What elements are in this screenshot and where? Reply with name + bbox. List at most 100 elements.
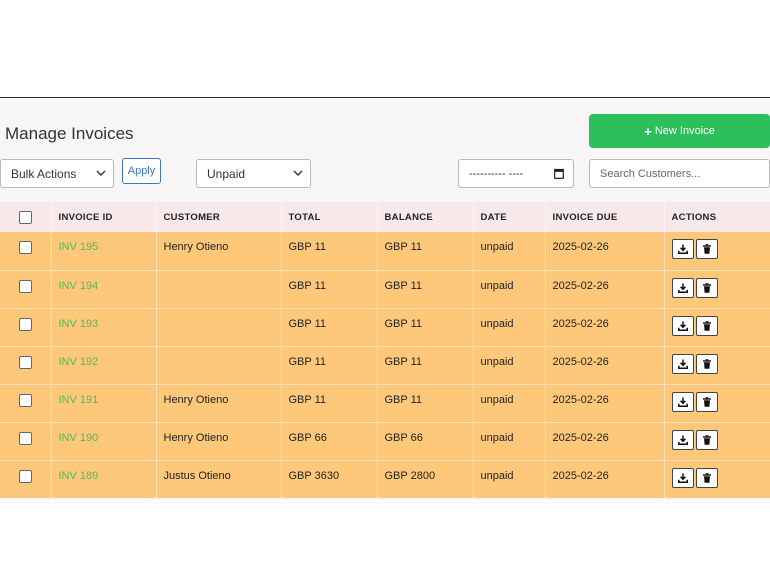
table-row: INV 191 Henry Otieno GBP 11 GBP 11 unpai… bbox=[0, 383, 770, 422]
invoice-due-cell: 2025-02-26 bbox=[545, 307, 665, 346]
invoice-id-link[interactable]: INV 195 bbox=[59, 241, 99, 253]
delete-button[interactable] bbox=[695, 467, 718, 488]
date-filter-input[interactable]: ---------- ---- bbox=[458, 159, 574, 188]
calendar-icon[interactable] bbox=[554, 168, 564, 179]
table-row: INV 194 GBP 11 GBP 11 unpaid 2025-02-26 bbox=[0, 269, 770, 308]
total-cell: GBP 11 bbox=[281, 307, 378, 346]
trash-icon bbox=[702, 358, 711, 369]
delete-button[interactable] bbox=[695, 315, 718, 336]
trash-icon bbox=[702, 282, 711, 293]
date-cell: unpaid bbox=[473, 232, 546, 270]
row-select-cell bbox=[0, 383, 52, 422]
download-icon bbox=[677, 359, 688, 369]
total-cell: GBP 66 bbox=[281, 421, 378, 460]
row-checkbox[interactable] bbox=[18, 431, 32, 445]
invoice-id-cell: INV 191 bbox=[51, 383, 157, 422]
row-checkbox[interactable] bbox=[18, 241, 32, 254]
select-all-cell bbox=[0, 202, 52, 232]
row-checkbox[interactable] bbox=[18, 355, 32, 369]
row-checkbox[interactable] bbox=[18, 393, 32, 407]
table-row: INV 193 GBP 11 GBP 11 unpaid 2025-02-26 bbox=[0, 307, 770, 346]
download-icon bbox=[677, 435, 688, 445]
download-button[interactable] bbox=[671, 315, 694, 336]
trash-icon bbox=[702, 472, 711, 483]
total-cell: GBP 11 bbox=[281, 232, 378, 270]
column-header-balance: BALANCE bbox=[377, 202, 474, 232]
status-filter-select[interactable]: Unpaid bbox=[196, 159, 311, 188]
actions-cell bbox=[664, 345, 770, 384]
row-select-cell bbox=[0, 307, 52, 346]
row-select-cell bbox=[0, 421, 52, 460]
row-checkbox[interactable] bbox=[18, 469, 32, 483]
balance-cell: GBP 66 bbox=[377, 421, 474, 460]
chevron-down-icon bbox=[293, 170, 303, 176]
invoice-id-cell: INV 195 bbox=[51, 232, 157, 270]
table-header-row: INVOICE ID CUSTOMER TOTAL BALANCE DATE I… bbox=[0, 202, 770, 232]
row-checkbox[interactable] bbox=[18, 279, 32, 293]
invoice-due-cell: 2025-02-26 bbox=[545, 345, 665, 384]
page-title: Manage Invoices bbox=[5, 124, 134, 143]
invoice-id-cell: INV 190 bbox=[51, 421, 157, 460]
balance-cell: GBP 11 bbox=[377, 345, 474, 384]
download-button[interactable] bbox=[671, 429, 694, 450]
plus-icon: + bbox=[644, 123, 652, 139]
download-button[interactable] bbox=[671, 467, 694, 488]
row-select-cell bbox=[0, 232, 52, 270]
table-row: INV 189 Justus Otieno GBP 3630 GBP 2800 … bbox=[0, 459, 770, 498]
trash-icon bbox=[702, 434, 711, 445]
delete-button[interactable] bbox=[695, 239, 718, 259]
invoice-id-link[interactable]: INV 193 bbox=[59, 318, 99, 330]
apply-button[interactable]: Apply bbox=[122, 158, 161, 184]
actions-cell bbox=[664, 232, 770, 270]
column-header-date: DATE bbox=[473, 202, 546, 232]
actions-cell bbox=[664, 421, 770, 460]
invoice-table-wrap: INVOICE ID CUSTOMER TOTAL BALANCE DATE I… bbox=[0, 202, 770, 498]
delete-button[interactable] bbox=[695, 353, 718, 374]
row-checkbox[interactable] bbox=[18, 317, 32, 331]
trash-icon bbox=[702, 320, 711, 331]
total-cell: GBP 11 bbox=[281, 269, 378, 308]
select-all-checkbox[interactable] bbox=[18, 210, 32, 224]
column-header-invoice-due: INVOICE DUE bbox=[545, 202, 665, 232]
row-select-cell bbox=[0, 269, 52, 308]
new-invoice-button[interactable]: + New Invoice bbox=[589, 114, 770, 148]
invoice-id-link[interactable]: INV 192 bbox=[59, 356, 99, 368]
column-header-customer: CUSTOMER bbox=[156, 202, 282, 232]
customer-cell bbox=[156, 307, 282, 346]
bulk-actions-select[interactable]: Bulk Actions bbox=[0, 159, 114, 188]
balance-cell: GBP 11 bbox=[377, 383, 474, 422]
row-select-cell bbox=[0, 459, 52, 498]
download-button[interactable] bbox=[671, 277, 694, 298]
invoice-id-link[interactable]: INV 194 bbox=[59, 280, 99, 292]
column-header-actions: ACTIONS bbox=[664, 202, 770, 232]
delete-button[interactable] bbox=[695, 429, 718, 450]
invoice-due-cell: 2025-02-26 bbox=[545, 269, 665, 308]
date-cell: unpaid bbox=[473, 459, 546, 498]
invoice-id-link[interactable]: INV 189 bbox=[59, 470, 99, 482]
table-row: INV 190 Henry Otieno GBP 66 GBP 66 unpai… bbox=[0, 421, 770, 460]
search-customers-input[interactable] bbox=[589, 159, 770, 188]
download-button[interactable] bbox=[671, 353, 694, 374]
balance-cell: GBP 11 bbox=[377, 269, 474, 308]
delete-button[interactable] bbox=[695, 277, 718, 298]
delete-button[interactable] bbox=[695, 391, 718, 412]
customer-cell: Henry Otieno bbox=[156, 421, 282, 460]
download-button[interactable] bbox=[671, 391, 694, 412]
customer-cell: Henry Otieno bbox=[156, 383, 282, 422]
download-icon bbox=[677, 397, 688, 407]
invoice-id-link[interactable]: INV 191 bbox=[59, 394, 99, 406]
invoice-id-cell: INV 193 bbox=[51, 307, 157, 346]
invoice-id-cell: INV 192 bbox=[51, 345, 157, 384]
bulk-actions-value: Bulk Actions bbox=[11, 166, 77, 181]
invoice-id-cell: INV 189 bbox=[51, 459, 157, 498]
actions-cell bbox=[664, 383, 770, 422]
invoice-table: INVOICE ID CUSTOMER TOTAL BALANCE DATE I… bbox=[0, 202, 770, 498]
actions-cell bbox=[664, 269, 770, 308]
download-icon bbox=[677, 321, 688, 331]
total-cell: GBP 11 bbox=[281, 383, 378, 422]
download-icon bbox=[677, 283, 688, 293]
balance-cell: GBP 2800 bbox=[377, 459, 474, 498]
invoice-id-cell: INV 194 bbox=[51, 269, 157, 308]
invoice-id-link[interactable]: INV 190 bbox=[59, 432, 99, 444]
download-button[interactable] bbox=[671, 239, 694, 259]
